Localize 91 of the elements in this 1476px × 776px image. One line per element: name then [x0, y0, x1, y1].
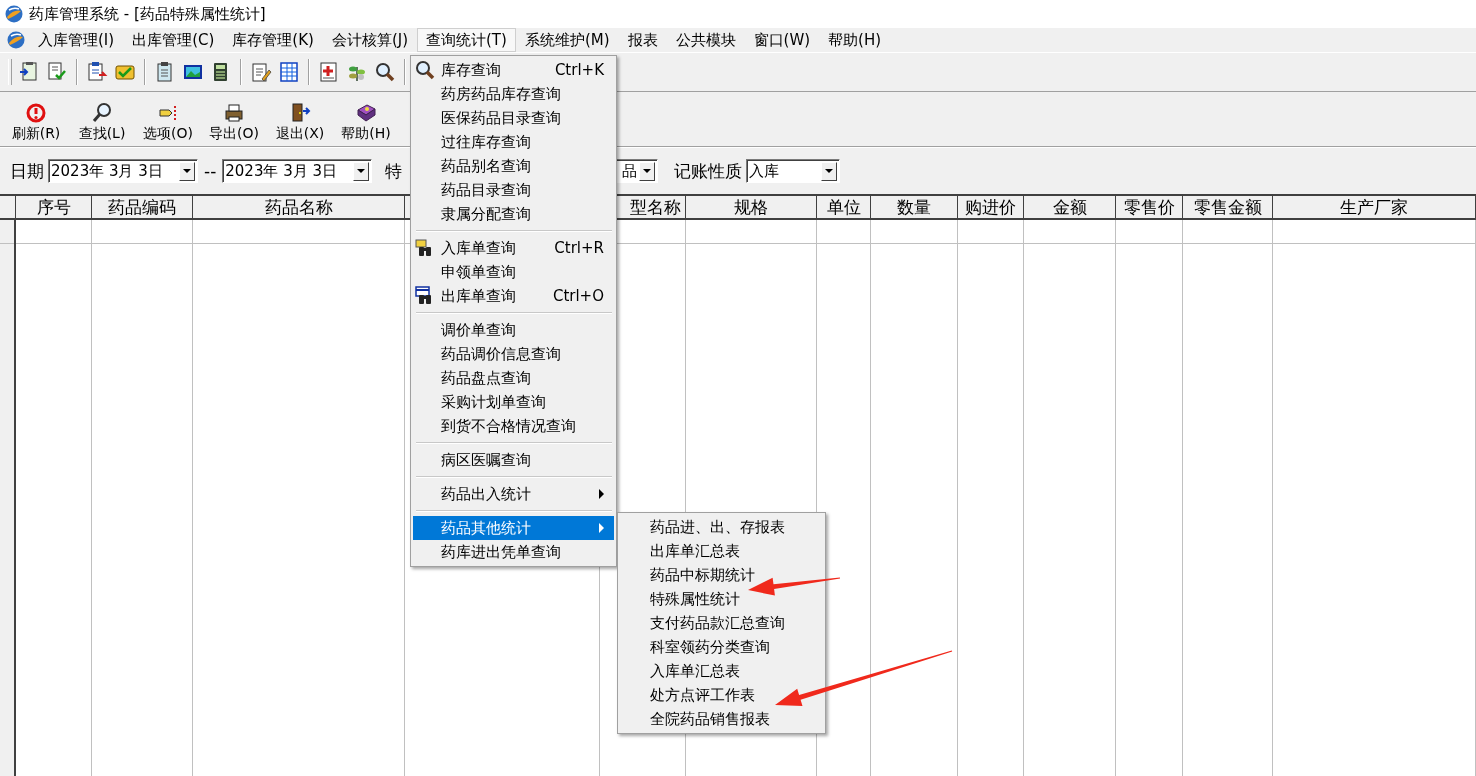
menu-item[interactable]: 药库进出凭单查询: [413, 540, 614, 564]
document-check-icon[interactable]: [46, 61, 68, 83]
menu-item[interactable]: 库存查询 Ctrl+K: [413, 58, 614, 82]
grid-icon[interactable]: [278, 61, 300, 83]
field-value: 2023年 3月 3日: [225, 161, 338, 181]
menu-item[interactable]: 入库单查询 Ctrl+R: [413, 236, 614, 260]
app-logo-icon: [5, 5, 23, 23]
menu-item[interactable]: 出库管理(C): [123, 28, 224, 52]
caret-icon: [357, 169, 366, 173]
menu-item[interactable]: 查询统计(T): [417, 28, 516, 52]
options-button[interactable]: 选项(O): [138, 100, 198, 146]
menu-item[interactable]: 公共模块: [666, 28, 745, 52]
refresh-icon: [25, 102, 47, 124]
menu-item[interactable]: 报表: [618, 28, 667, 52]
exit-button[interactable]: 退出(X): [270, 100, 330, 146]
menu-item[interactable]: 系统维护(M): [515, 28, 619, 52]
menu-item[interactable]: 到货不合格情况查询: [413, 414, 614, 438]
find-icon: [91, 102, 113, 124]
menu-item[interactable]: 医保药品目录查询: [413, 106, 614, 130]
menu-item[interactable]: 药品中标期统计: [620, 563, 823, 587]
menu-item[interactable]: 帮助(H): [819, 28, 891, 52]
dropdown-button[interactable]: [639, 161, 656, 181]
field-label: 日期: [10, 159, 44, 183]
column-header: 零售金额: [1183, 196, 1273, 220]
field-label: --: [204, 161, 217, 181]
column-header: 零售价: [1116, 196, 1183, 220]
date-picker[interactable]: 2023年 3月 3日: [48, 159, 198, 183]
find-button[interactable]: 查找(L): [72, 100, 132, 146]
help-button[interactable]: 帮助(H): [336, 100, 396, 146]
field-value: 2023年 3月 3日: [51, 161, 163, 181]
date-picker[interactable]: 2023年 3月 3日: [222, 159, 373, 183]
menu-item[interactable]: 调价单查询: [413, 318, 614, 342]
menu-item[interactable]: 库存管理(K): [223, 28, 323, 52]
field-label: 特: [385, 159, 403, 183]
dropdown-field[interactable]: 入库: [746, 159, 841, 183]
app-logo-icon: [6, 30, 26, 50]
field-label: 记账性质: [674, 159, 743, 183]
column-header: 药品编码: [92, 196, 193, 220]
document-cross-icon[interactable]: [318, 61, 340, 83]
column-header: 数量: [871, 196, 958, 220]
caret-icon: [825, 169, 834, 173]
menu-item[interactable]: 药品进、出、存报表: [620, 515, 823, 539]
caret-icon: [643, 169, 652, 173]
menu-item[interactable]: 出库单汇总表: [620, 539, 823, 563]
menu-item[interactable]: 处方点评工作表: [620, 683, 823, 707]
document-pencil-icon[interactable]: [250, 61, 272, 83]
column-header: 购进价: [958, 196, 1024, 220]
dropdown-button[interactable]: [821, 161, 838, 181]
clipboard-arrow-icon[interactable]: [86, 61, 108, 83]
search-icon[interactable]: [374, 61, 396, 83]
submenu-arrow-icon: [599, 489, 604, 499]
window-title: 药库管理系统 - [药品特殊属性统计]: [29, 4, 266, 24]
dropdown-button[interactable]: [179, 161, 195, 181]
dropdown-button[interactable]: [353, 161, 370, 181]
menu-item[interactable]: 科室领药分类查询: [620, 635, 823, 659]
caret-icon: [183, 169, 191, 173]
search-icon: [415, 60, 435, 80]
menu-item[interactable]: 药品调价信息查询: [413, 342, 614, 366]
export-button[interactable]: 导出(O): [204, 100, 264, 146]
help-icon: [355, 102, 377, 124]
menu-item[interactable]: 申领单查询: [413, 260, 614, 284]
menu-item[interactable]: 窗口(W): [744, 28, 820, 52]
column-header: 药品名称: [193, 196, 405, 220]
menu-item[interactable]: 药房药品库存查询: [413, 82, 614, 106]
menu-item[interactable]: 药品别名查询: [413, 154, 614, 178]
menu-item[interactable]: 采购计划单查询: [413, 390, 614, 414]
menu-item[interactable]: 病区医嘱查询: [413, 448, 614, 472]
menu-item[interactable]: 全院药品销售报表: [620, 707, 823, 731]
column-header: 生产厂家: [1273, 196, 1476, 220]
column-header: 规格: [686, 196, 817, 220]
dropdown-field[interactable]: 品: [614, 159, 659, 183]
submenu-arrow-icon: [599, 523, 604, 533]
menu-item[interactable]: 入库管理(I): [29, 28, 124, 52]
refresh-button[interactable]: 刷新(R): [6, 100, 66, 146]
column-header: 单位: [817, 196, 871, 220]
submenu-item[interactable]: 药品其他统计: [413, 516, 614, 540]
menu-item[interactable]: 支付药品款汇总查询: [620, 611, 823, 635]
column-header: 金额: [1024, 196, 1116, 220]
menu-item[interactable]: 特殊属性统计: [620, 587, 823, 611]
document-arrow-icon[interactable]: [18, 61, 40, 83]
field-value: 入库: [749, 161, 780, 181]
menu-item[interactable]: 入库单汇总表: [620, 659, 823, 683]
exit-icon: [289, 102, 311, 124]
submenu-item[interactable]: 药品出入统计: [413, 482, 614, 506]
menu-item[interactable]: 药品盘点查询: [413, 366, 614, 390]
export-icon: [223, 102, 245, 124]
menu-item[interactable]: 过往库存查询: [413, 130, 614, 154]
column-header: 序号: [16, 196, 92, 220]
menu-item[interactable]: 出库单查询 Ctrl+O: [413, 284, 614, 308]
menu-item[interactable]: 会计核算(J): [322, 28, 417, 52]
field-value: 品: [622, 161, 638, 181]
